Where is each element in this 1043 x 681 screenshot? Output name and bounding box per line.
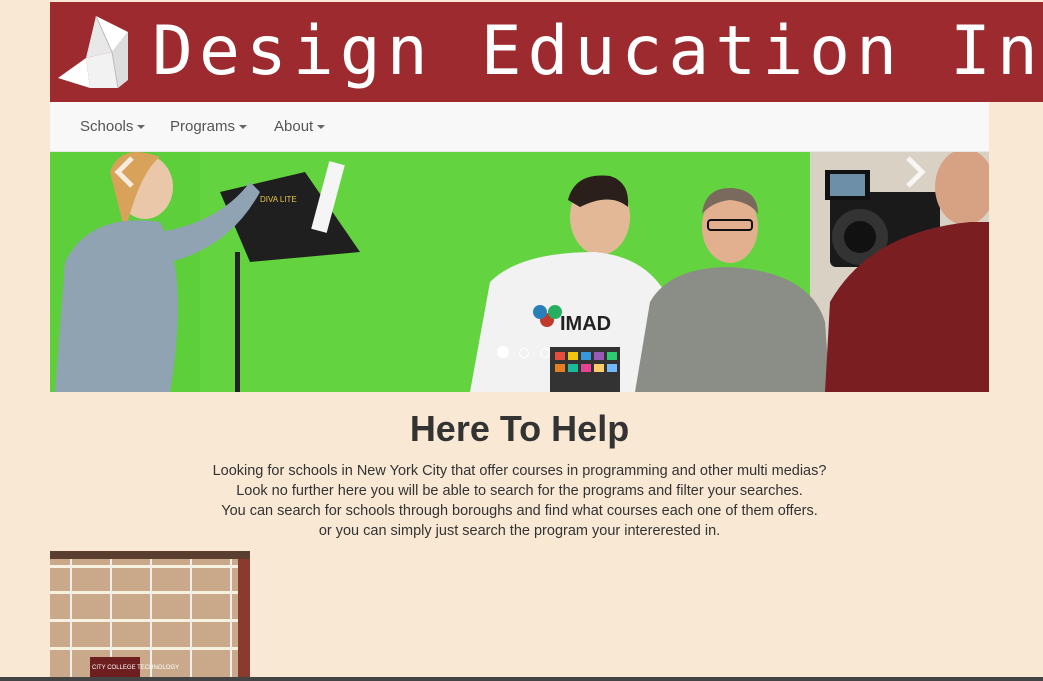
carousel-prev-icon[interactable] — [110, 152, 140, 192]
site-title: Design Education In C — [152, 12, 1043, 91]
paragraph-line: Look no further here you will be able to… — [236, 483, 803, 499]
tshirt-logo-text: IMAD — [560, 313, 611, 335]
paragraph-line: You can search for schools through borou… — [221, 503, 818, 519]
nav-about-dropdown[interactable]: About — [274, 102, 326, 152]
building-sign-text: CITY COLLEGE TECHNOLOGY — [92, 665, 179, 671]
bottom-edge — [0, 677, 1043, 681]
nav-schools-label: Schools — [80, 118, 134, 135]
section-heading: Here To Help — [409, 408, 630, 449]
nav-programs-dropdown[interactable]: Programs — [170, 102, 248, 152]
carousel-indicator[interactable] — [519, 348, 530, 358]
intro-paragraph: Looking for schools in New York City tha… — [50, 461, 989, 541]
nav-schools-dropdown[interactable]: Schools — [80, 102, 146, 152]
school-building-image: CITY COLLEGE TECHNOLOGY — [50, 551, 250, 677]
carousel-next-icon[interactable] — [900, 152, 930, 192]
carousel-indicator[interactable] — [539, 348, 550, 358]
school-thumbnail[interactable]: CITY COLLEGE TECHNOLOGY — [50, 551, 250, 677]
carousel-indicators — [497, 345, 556, 358]
caret-down-icon — [239, 125, 248, 130]
paragraph-line: or you can simply just search the progra… — [318, 523, 721, 539]
site-banner: Design Education In C — [50, 2, 1043, 102]
caret-down-icon — [317, 125, 326, 130]
paragraph-line: Looking for schools in New York City tha… — [212, 463, 827, 479]
origami-bird-logo-icon — [58, 15, 128, 89]
caret-down-icon — [137, 125, 146, 130]
nav-programs-label: Programs — [170, 118, 236, 135]
carousel-indicator[interactable] — [497, 346, 509, 358]
navbar: Schools Programs About — [50, 102, 989, 152]
light-label: DIVA LITE — [260, 195, 297, 204]
hero-carousel: DIVA LITE IMAD — [50, 152, 989, 392]
nav-about-label: About — [274, 118, 314, 135]
